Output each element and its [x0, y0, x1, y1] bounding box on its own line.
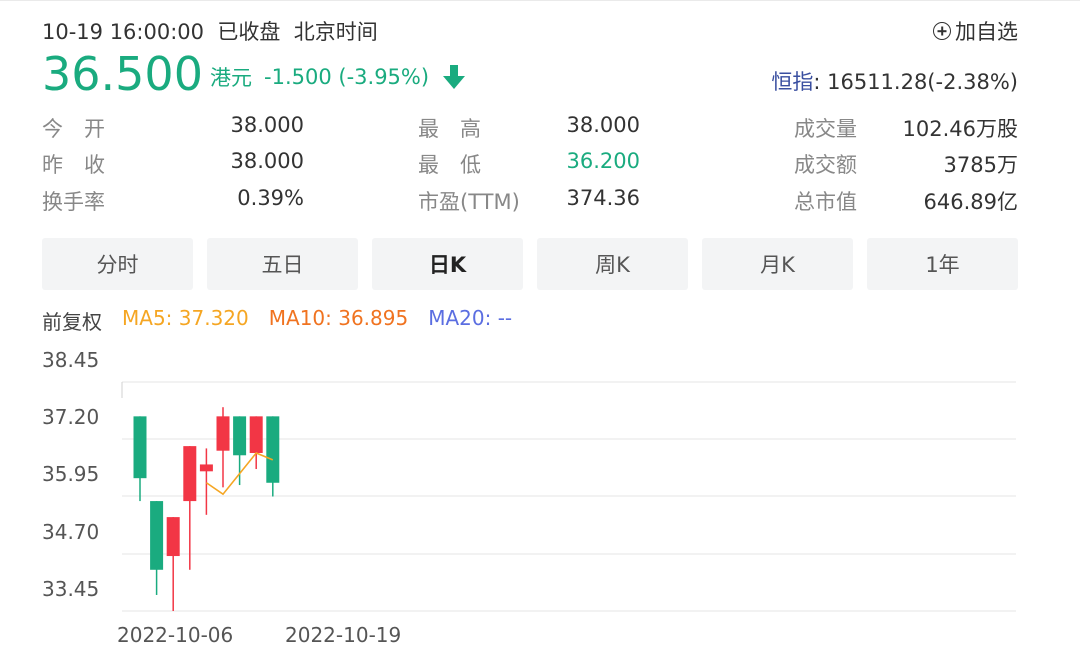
y-tick-label: 35.95	[42, 462, 99, 486]
ma20-legend: MA20: --	[428, 306, 513, 330]
quote-datetime: 10-19 16:00:00	[42, 20, 205, 44]
index-value: : 16511.28(-2.38%)	[813, 70, 1018, 94]
stat-value-pe-ttm: 374.36	[566, 186, 640, 210]
market-closed-label: 已收盘	[217, 20, 281, 44]
stat-value-open: 38.000	[230, 113, 304, 137]
stat-value-high: 38.000	[566, 113, 640, 137]
stat-label-open: 今 开	[42, 117, 105, 141]
y-tick-label: 38.45	[42, 348, 99, 372]
stat-value-prev-close: 38.000	[230, 149, 304, 173]
add-watchlist-label: 加自选	[955, 20, 1018, 44]
stat-label-market-cap: 总市值	[794, 190, 857, 214]
stat-label-low: 最 低	[418, 153, 481, 177]
tab-five-day[interactable]: 五日	[207, 238, 358, 290]
ma5-legend: MA5: 37.320	[122, 306, 249, 330]
timezone-label: 北京时间	[293, 20, 378, 44]
tab-weekly-k[interactable]: 周K	[537, 238, 688, 290]
stats-grid: 今 开 38.000 昨 收 38.000 换手率 0.39% 最 高 38.0…	[42, 110, 1018, 220]
plus-circle-icon	[933, 22, 951, 40]
stat-value-low: 36.200	[566, 149, 640, 173]
y-tick-label: 34.70	[42, 520, 99, 544]
stat-label-volume: 成交量	[794, 117, 857, 141]
tab-intraday[interactable]: 分时	[42, 238, 193, 290]
hsi-index[interactable]: 恒指: 16511.28(-2.38%)	[771, 66, 1018, 96]
y-tick-label: 33.45	[42, 577, 99, 601]
change-value: -1.500 (-3.95%)	[264, 65, 430, 89]
candle-body[interactable]	[266, 416, 280, 483]
top-divider	[0, 0, 1080, 1]
candle-body[interactable]	[233, 416, 247, 456]
candles-group	[133, 407, 280, 611]
adjust-mode[interactable]: 前复权	[42, 306, 102, 334]
down-arrow-icon	[443, 65, 466, 89]
tab-monthly-k[interactable]: 月K	[702, 238, 853, 290]
status-row: 10-19 16:00:00 已收盘 北京时间 加自选	[42, 16, 1018, 46]
ma10-legend: MA10: 36.895	[268, 306, 409, 330]
stat-label-prev-close: 昨 收	[42, 153, 105, 177]
stat-value-market-cap: 646.89亿	[923, 190, 1018, 214]
candle-body[interactable]	[199, 464, 213, 472]
chart-period-tabs: 分时 五日 日K 周K 月K 1年	[42, 238, 1018, 290]
market-status: 10-19 16:00:00 已收盘 北京时间	[42, 16, 378, 46]
stat-label-turnover: 换手率	[42, 190, 105, 214]
indicator-legend: 前复权 MA5: 37.320 MA10: 36.895 MA20: --	[42, 306, 512, 334]
x-tick-label: 2022-10-19	[285, 623, 401, 647]
stat-value-volume: 102.46万股	[902, 117, 1018, 141]
stat-label-high: 最 高	[418, 117, 481, 141]
price-row: 36.500 港元 -1.500 (-3.95%) 恒指: 16511.28(-…	[42, 48, 1018, 100]
candle-body[interactable]	[133, 416, 147, 479]
x-tick-label: 2022-10-06	[117, 623, 233, 647]
stat-value-amount: 3785万	[943, 153, 1018, 177]
tab-daily-k[interactable]: 日K	[372, 238, 523, 290]
candle-body[interactable]	[150, 501, 164, 570]
tab-one-year[interactable]: 1年	[867, 238, 1018, 290]
stat-value-turnover: 0.39%	[237, 186, 304, 210]
candlestick-chart[interactable]: 38.45 37.20 35.95 34.70 33.45 2022-10-06…	[0, 340, 1080, 667]
stat-label-amount: 成交额	[794, 153, 857, 177]
candle-body[interactable]	[216, 416, 230, 451]
price-change: 港元 -1.500 (-3.95%)	[210, 62, 467, 92]
candle-body[interactable]	[166, 517, 180, 557]
y-tick-label: 37.20	[42, 405, 99, 429]
candle-body[interactable]	[249, 416, 263, 453]
stat-label-pe-ttm: 市盈(TTM)	[418, 190, 520, 214]
add-watchlist-button[interactable]: 加自选	[933, 16, 1018, 46]
candle-body[interactable]	[183, 446, 197, 502]
index-name[interactable]: 恒指	[771, 70, 813, 94]
last-price: 36.500	[42, 47, 203, 101]
currency-label: 港元	[210, 66, 252, 90]
